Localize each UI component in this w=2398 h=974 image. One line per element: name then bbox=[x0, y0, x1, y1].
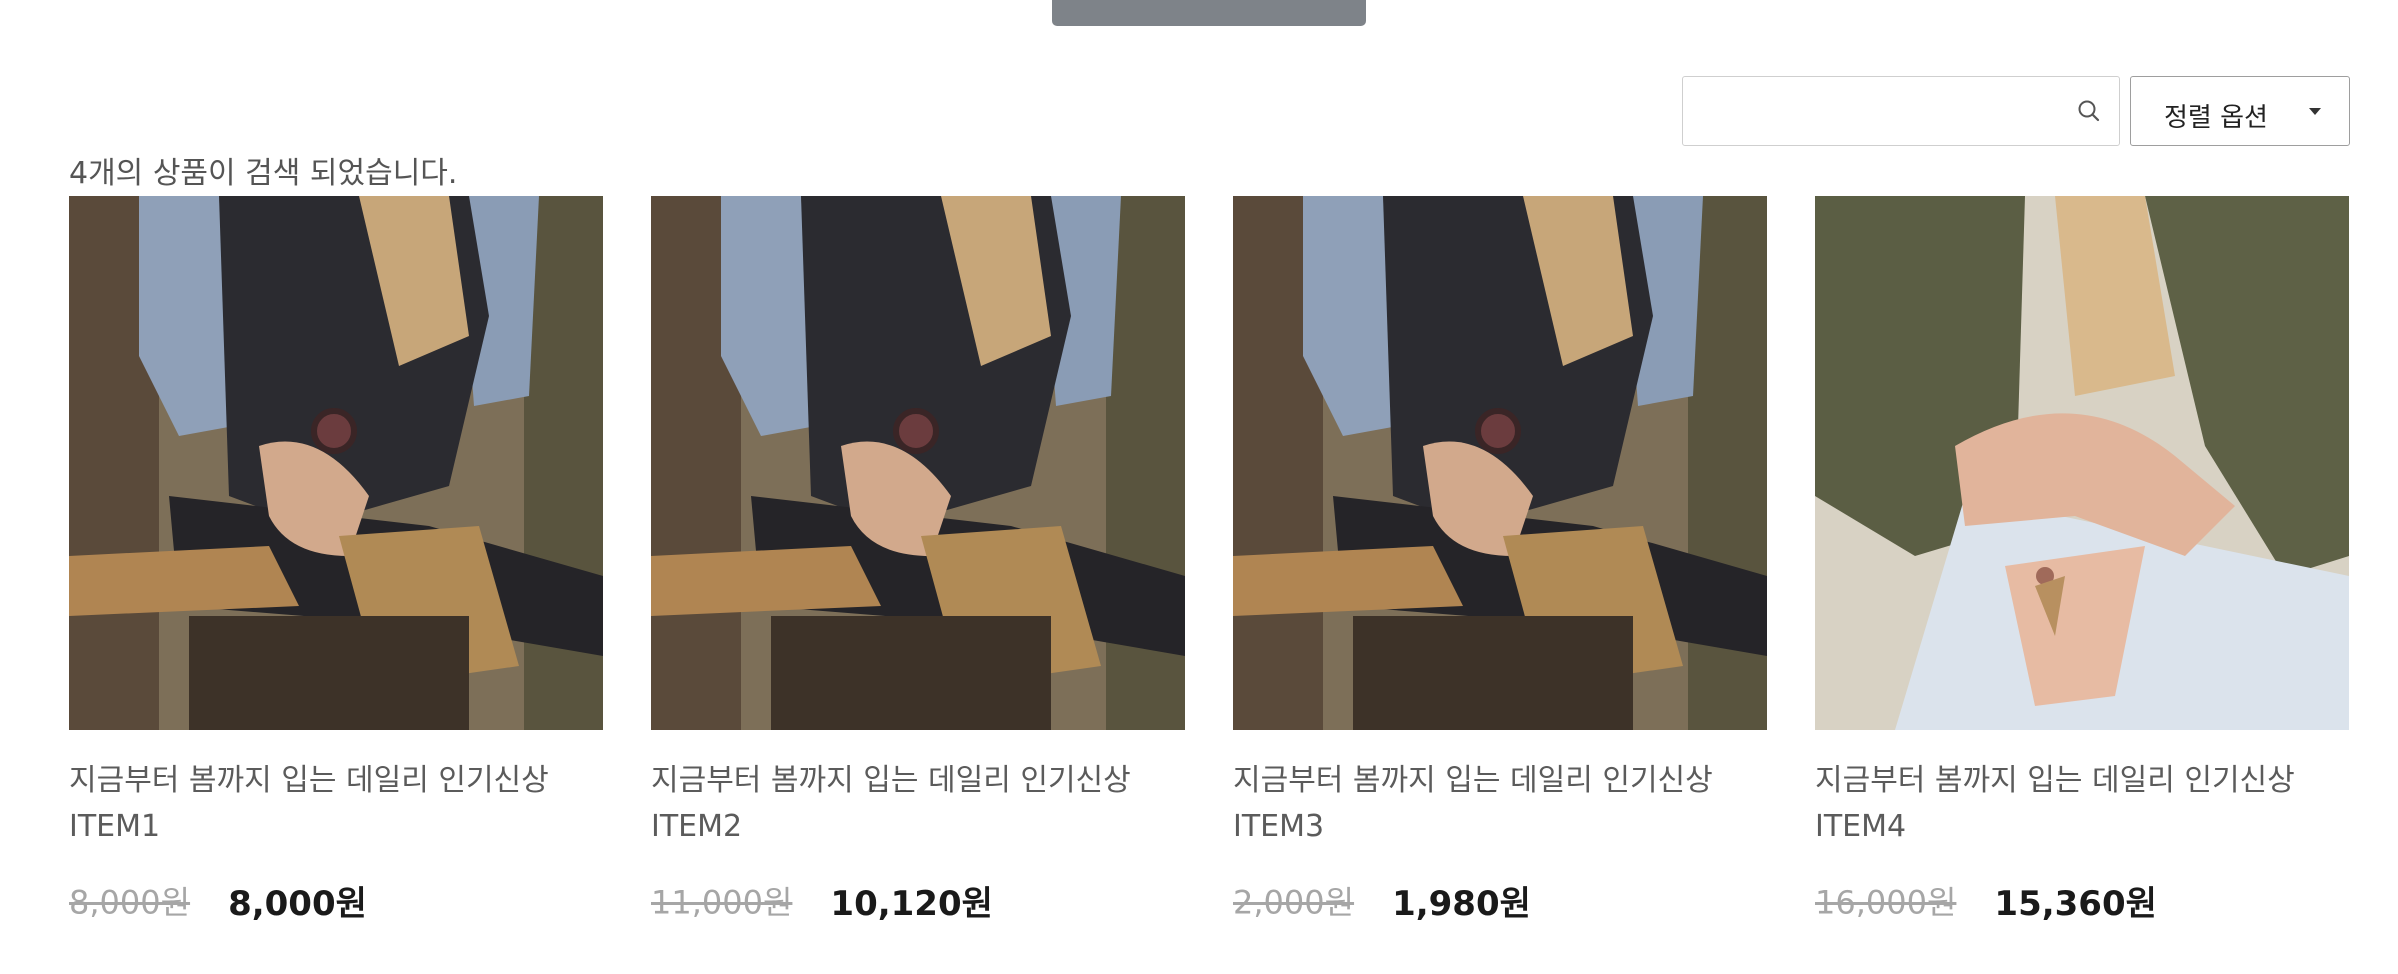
product-image[interactable] bbox=[1233, 196, 1767, 730]
product-name[interactable]: 지금부터 봄까지 입는 데일리 인기신상 ITEM3 bbox=[1233, 758, 1767, 850]
product-image[interactable] bbox=[69, 196, 603, 730]
search-icon[interactable] bbox=[2075, 97, 2103, 125]
sale-price: 8,000원 bbox=[228, 884, 367, 924]
search-box[interactable] bbox=[1682, 76, 2120, 146]
top-tab-button[interactable] bbox=[1052, 0, 1366, 26]
original-price: 8,000원 bbox=[69, 883, 191, 922]
product-card[interactable]: 지금부터 봄까지 입는 데일리 인기신상 ITEM2 11,000원 10,120… bbox=[651, 196, 1185, 925]
chevron-down-icon bbox=[2309, 108, 2321, 115]
price-row: 16,000원 15,360원 bbox=[1815, 876, 2349, 925]
price-row: 11,000원 10,120원 bbox=[651, 876, 1185, 925]
original-price: 2,000원 bbox=[1233, 883, 1355, 922]
sort-options-label: 정렬 옵션 bbox=[2164, 103, 2268, 133]
product-name[interactable]: 지금부터 봄까지 입는 데일리 인기신상 ITEM4 bbox=[1815, 758, 2349, 850]
sale-price: 1,980원 bbox=[1392, 884, 1531, 924]
product-name[interactable]: 지금부터 봄까지 입는 데일리 인기신상 ITEM1 bbox=[69, 758, 603, 850]
price-row: 2,000원 1,980원 bbox=[1233, 876, 1767, 925]
product-image[interactable] bbox=[1815, 196, 2349, 730]
price-row: 8,000원 8,000원 bbox=[69, 876, 603, 925]
result-count-text: 4개의 상품이 검색 되었습니다. bbox=[69, 156, 458, 191]
product-name[interactable]: 지금부터 봄까지 입는 데일리 인기신상 ITEM2 bbox=[651, 758, 1185, 850]
original-price: 16,000원 bbox=[1815, 883, 1957, 922]
product-card[interactable]: 지금부터 봄까지 입는 데일리 인기신상 ITEM1 8,000원 8,000원 bbox=[69, 196, 603, 925]
search-input[interactable] bbox=[1683, 77, 2063, 145]
original-price: 11,000원 bbox=[651, 883, 793, 922]
product-card[interactable]: 지금부터 봄까지 입는 데일리 인기신상 ITEM3 2,000원 1,980원 bbox=[1233, 196, 1767, 925]
sort-options-dropdown[interactable]: 정렬 옵션 bbox=[2130, 76, 2350, 146]
sale-price: 10,120원 bbox=[830, 884, 993, 924]
product-card[interactable]: 지금부터 봄까지 입는 데일리 인기신상 ITEM4 16,000원 15,360… bbox=[1815, 196, 2349, 925]
sale-price: 15,360원 bbox=[1994, 884, 2157, 924]
product-image[interactable] bbox=[651, 196, 1185, 730]
